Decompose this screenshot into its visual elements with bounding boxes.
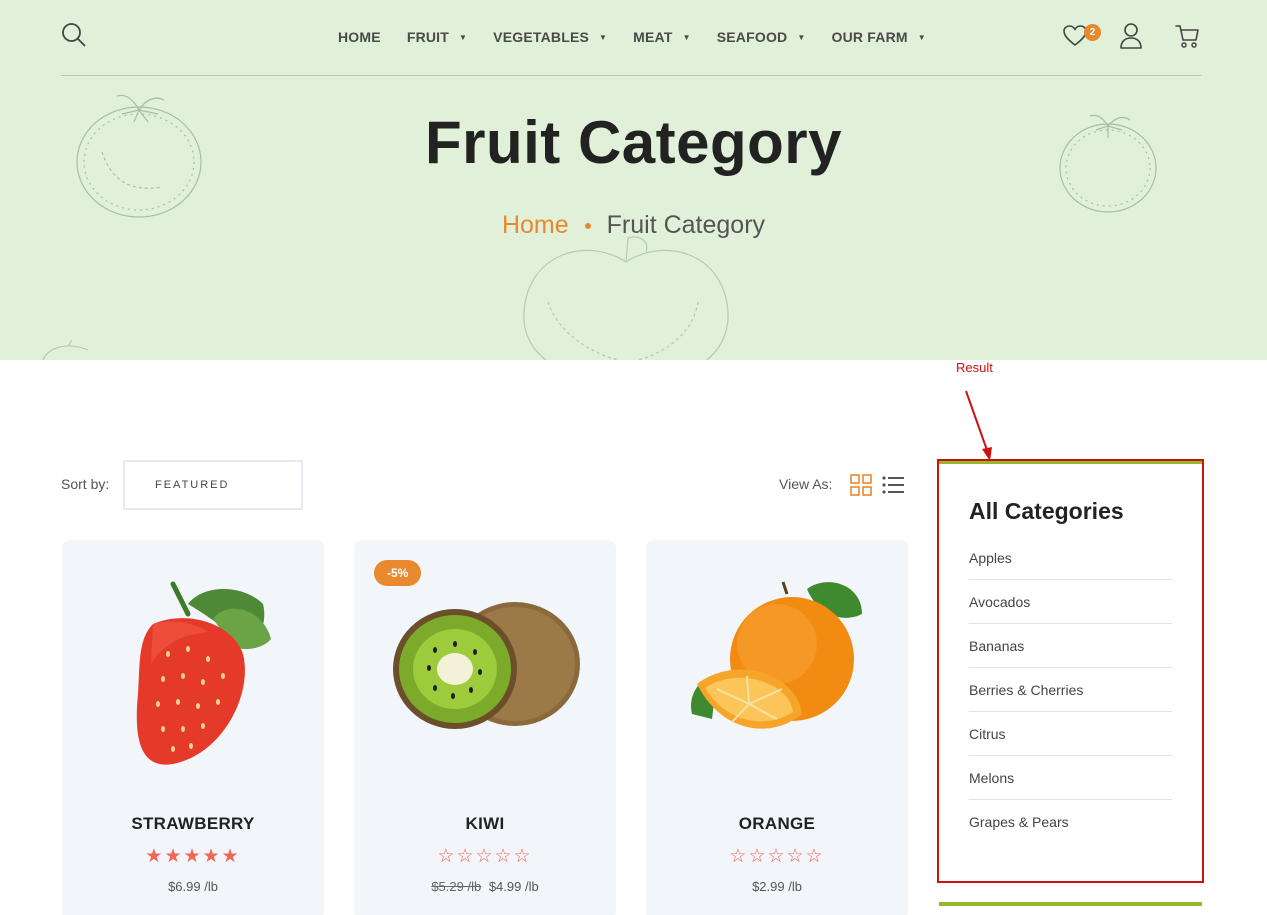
caret-down-icon: ▼: [459, 32, 468, 42]
main-menu: HOME FRUIT ▼ VEGETABLES ▼ MEAT ▼ SEAFOOD…: [338, 26, 952, 48]
category-item[interactable]: Avocados: [969, 580, 1172, 624]
nav-item-fruit[interactable]: FRUIT ▼: [407, 26, 467, 48]
price-current: $2.99 /lb: [752, 879, 802, 894]
list-view-icon: [882, 476, 904, 494]
category-item[interactable]: Bananas: [969, 624, 1172, 668]
nav-item-label: MEAT: [633, 29, 673, 45]
nav-item-home[interactable]: HOME: [338, 26, 381, 48]
star-rating: ☆☆☆☆☆: [437, 846, 533, 867]
price-current: $4.99 /lb: [488, 879, 539, 894]
top-navigation-bar: HOME FRUIT ▼ VEGETABLES ▼ MEAT ▼ SEAFOOD…: [61, 0, 1202, 76]
caret-down-icon: ▼: [682, 32, 691, 42]
product-card-kiwi[interactable]: -5% KIWI ☆☆☆☆☆ $5.29 /lb $4.99 /lb: [354, 540, 616, 915]
account-button[interactable]: [1118, 20, 1148, 50]
caret-down-icon: ▼: [797, 32, 806, 42]
breadcrumb-separator-dot: [584, 222, 591, 229]
breadcrumb-home-link[interactable]: Home: [502, 211, 569, 240]
header-actions: 2: [1062, 20, 1202, 50]
strawberry-image: [136, 581, 271, 765]
search-icon: [62, 23, 86, 47]
product-price: $5.29 /lb $4.99 /lb: [354, 879, 616, 894]
grid-view-icon: [850, 474, 872, 496]
nav-item-label: FRUIT: [406, 29, 450, 45]
widget-accent-bar: [939, 461, 1202, 464]
category-item[interactable]: Melons: [969, 756, 1172, 800]
apple-sketch-center-icon: [523, 236, 729, 360]
category-list: Apples Avocados Bananas Berries & Cherri…: [969, 536, 1172, 844]
cart-icon: [1175, 25, 1199, 48]
product-name: STRAWBERRY: [131, 814, 255, 833]
fruit-sketch-corner-icon: [42, 340, 89, 360]
caret-down-icon: ▼: [917, 32, 926, 42]
categories-widget: All Categories Apples Avocados Bananas B…: [937, 459, 1204, 883]
price-original: $5.29 /lb: [431, 879, 482, 894]
breadcrumb-current: Fruit Category: [606, 211, 766, 239]
wishlist-button[interactable]: 2: [1062, 20, 1101, 50]
product-price: $6.99 /lb: [62, 879, 324, 894]
breadcrumb: Home Fruit Category: [0, 211, 1267, 240]
star-rating: ☆☆☆☆☆: [729, 846, 825, 867]
sort-select[interactable]: FEATURED: [123, 460, 303, 510]
product-name: KIWI: [465, 814, 505, 833]
list-view-button[interactable]: [882, 474, 904, 496]
category-item[interactable]: Grapes & Pears: [969, 800, 1172, 844]
widget-title: All Categories: [969, 498, 1124, 524]
product-card-strawberry[interactable]: STRAWBERRY ★★★★★ $6.99 /lb: [62, 540, 324, 915]
star-rating: ★★★★★: [145, 846, 241, 867]
sort-label: Sort by:: [61, 476, 110, 492]
nav-item-meat[interactable]: MEAT ▼: [633, 26, 691, 48]
category-item[interactable]: Berries & Cherries: [969, 668, 1172, 712]
discount-badge: -5%: [374, 560, 422, 586]
annotation-arrow-icon: [965, 390, 992, 461]
kiwi-image: [393, 602, 580, 729]
nav-item-label: SEAFOOD: [716, 29, 788, 45]
wishlist-count-badge: 2: [1084, 24, 1101, 41]
grid-view-button[interactable]: [850, 474, 872, 496]
nav-item-seafood[interactable]: SEAFOOD ▼: [717, 26, 806, 48]
view-as-label: View As:: [779, 476, 833, 492]
nav-item-label: OUR FARM: [831, 29, 908, 45]
nav-item-label: VEGETABLES: [493, 29, 590, 45]
next-widget-accent-bar: [939, 902, 1202, 906]
annotation-result-label: Result: [956, 360, 993, 375]
product-price: $2.99 /lb: [646, 879, 908, 894]
category-item[interactable]: Apples: [969, 536, 1172, 580]
nav-item-vegetables[interactable]: VEGETABLES ▼: [493, 26, 607, 48]
sort-selected-value: FEATURED: [155, 479, 230, 491]
user-icon: [1120, 23, 1142, 49]
product-card-orange[interactable]: ORANGE ☆☆☆☆☆ $2.99 /lb: [646, 540, 908, 915]
cart-button[interactable]: [1174, 20, 1204, 50]
page-title: Fruit Category: [424, 109, 843, 176]
hero-banner: HOME FRUIT ▼ VEGETABLES ▼ MEAT ▼ SEAFOOD…: [0, 0, 1267, 360]
search-button[interactable]: [61, 22, 87, 48]
nav-item-our-farm[interactable]: OUR FARM ▼: [831, 26, 925, 48]
orange-image: [691, 581, 862, 729]
caret-down-icon: ▼: [599, 32, 608, 42]
nav-item-label: HOME: [338, 29, 381, 45]
product-name: ORANGE: [738, 814, 816, 833]
category-item[interactable]: Citrus: [969, 712, 1172, 756]
price-current: $6.99 /lb: [168, 879, 218, 894]
